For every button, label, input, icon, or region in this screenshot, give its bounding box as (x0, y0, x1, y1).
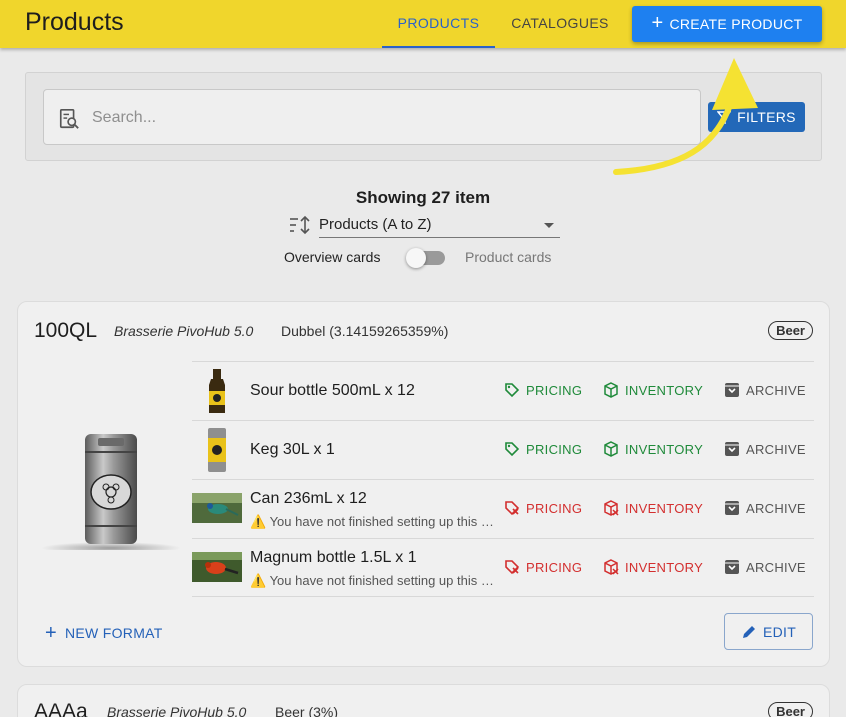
box-off-icon (604, 500, 619, 516)
setup-warning: ⚠️ You have not finished setting up this… (250, 573, 496, 588)
filter-icon (717, 111, 732, 124)
filters-button[interactable]: FILTERS (708, 102, 805, 132)
format-row: Sour bottle 500mL x 12 PRICING INVENTORY… (192, 361, 814, 420)
format-row: Keg 30L x 1 PRICING INVENTORY ARCHIVE (192, 420, 814, 479)
archive-button[interactable]: ARCHIVE (724, 500, 806, 516)
plus-icon: + (45, 622, 57, 644)
pricing-button[interactable]: PRICING (504, 382, 582, 398)
search-document-icon (59, 109, 79, 129)
tab-products[interactable]: PRODUCTS (382, 0, 495, 48)
filters-label: FILTERS (737, 109, 796, 125)
bird-photo (192, 552, 242, 582)
tab-catalogues[interactable]: CATALOGUES (500, 0, 620, 48)
format-row: Magnum bottle 1.5L x 1 ⚠️ You have not f… (192, 538, 814, 597)
card-view-toggle-thumb[interactable] (406, 248, 426, 268)
tag-icon (505, 383, 520, 398)
archive-icon (725, 501, 739, 515)
inventory-label: INVENTORY (625, 441, 704, 457)
archive-button[interactable]: ARCHIVE (724, 559, 806, 575)
product-code: AAAa (34, 700, 88, 717)
product-type-badge: Beer (768, 702, 813, 717)
inventory-button[interactable]: INVENTORY (603, 500, 703, 516)
format-row: Can 236mL x 12 ⚠️ You have not finished … (192, 479, 814, 538)
edit-label: EDIT (762, 623, 797, 640)
keg-image (41, 434, 181, 550)
archive-label: ARCHIVE (746, 441, 806, 457)
overview-cards-label: Overview cards (284, 249, 381, 265)
format-name: Keg 30L x 1 (250, 441, 335, 458)
archive-icon (725, 442, 739, 456)
archive-label: ARCHIVE (746, 500, 806, 516)
search-field[interactable] (43, 89, 701, 145)
format-name: Sour bottle 500mL x 12 (250, 382, 415, 399)
archive-icon (725, 560, 739, 574)
inventory-label: INVENTORY (625, 559, 704, 575)
results-count: Showing 27 item (355, 188, 491, 207)
pencil-icon (742, 625, 755, 638)
product-code: 100QL (34, 319, 98, 342)
inventory-button[interactable]: INVENTORY (603, 382, 703, 398)
search-panel: FILTERS (25, 72, 822, 161)
archive-label: ARCHIVE (746, 382, 806, 398)
archive-button[interactable]: ARCHIVE (724, 441, 806, 457)
new-format-button[interactable]: + NEW FORMAT (45, 623, 163, 643)
bottle-image (209, 369, 225, 413)
format-list: Sour bottle 500mL x 12 PRICING INVENTORY… (192, 361, 814, 597)
archive-label: ARCHIVE (746, 559, 806, 575)
pricing-label: PRICING (526, 500, 583, 516)
create-product-button[interactable]: + CREATE PRODUCT (632, 6, 822, 42)
plus-icon: + (651, 12, 664, 34)
page-title: Products (25, 8, 124, 36)
tag-icon (505, 442, 520, 457)
inventory-label: INVENTORY (625, 382, 704, 398)
pricing-button[interactable]: PRICING (504, 441, 582, 457)
product-card: 100QL Brasserie PivoHub 5.0 Dubbel (3.14… (17, 301, 830, 667)
sort-icon (290, 215, 310, 235)
pricing-button[interactable]: PRICING (504, 500, 582, 516)
new-format-label: NEW FORMAT (64, 625, 163, 641)
edit-button[interactable]: EDIT (724, 613, 813, 650)
pricing-button[interactable]: PRICING (504, 559, 582, 575)
tag-off-icon (505, 560, 520, 575)
product-style: Dubbel (3.14159265359%) (281, 323, 449, 339)
bird-photo (192, 493, 242, 523)
product-type-badge: Beer (768, 321, 813, 340)
archive-icon (725, 383, 739, 397)
pricing-label: PRICING (526, 559, 583, 575)
box-icon (604, 441, 618, 457)
inventory-button[interactable]: INVENTORY (603, 441, 703, 457)
setup-warning: ⚠️ You have not finished setting up this… (250, 514, 496, 529)
box-off-icon (604, 559, 619, 575)
product-card: AAAa Brasserie PivoHub 5.0 Beer (3%) Bee… (17, 684, 830, 717)
pricing-label: PRICING (526, 382, 583, 398)
format-name: Magnum bottle 1.5L x 1 (250, 549, 417, 566)
tag-off-icon (505, 501, 520, 516)
box-icon (604, 382, 618, 398)
top-app-bar: Products PRODUCTS CATALOGUES + CREATE PR… (0, 0, 846, 48)
format-name: Can 236mL x 12 (250, 490, 367, 507)
sort-select[interactable]: Products (A to Z) (319, 212, 560, 238)
create-product-label: CREATE PRODUCT (669, 16, 803, 32)
product-brewery: Brasserie PivoHub 5.0 (107, 704, 247, 717)
sort-value: Products (A to Z) (319, 216, 432, 233)
can-image (208, 428, 226, 472)
archive-button[interactable]: ARCHIVE (724, 382, 806, 398)
chevron-down-icon (544, 223, 554, 228)
product-cards-label: Product cards (465, 249, 552, 265)
product-brewery: Brasserie PivoHub 5.0 (114, 323, 254, 339)
search-input[interactable] (92, 104, 682, 132)
inventory-label: INVENTORY (625, 500, 704, 516)
product-style: Beer (3%) (275, 704, 339, 717)
inventory-button[interactable]: INVENTORY (603, 559, 703, 575)
pricing-label: PRICING (526, 441, 583, 457)
